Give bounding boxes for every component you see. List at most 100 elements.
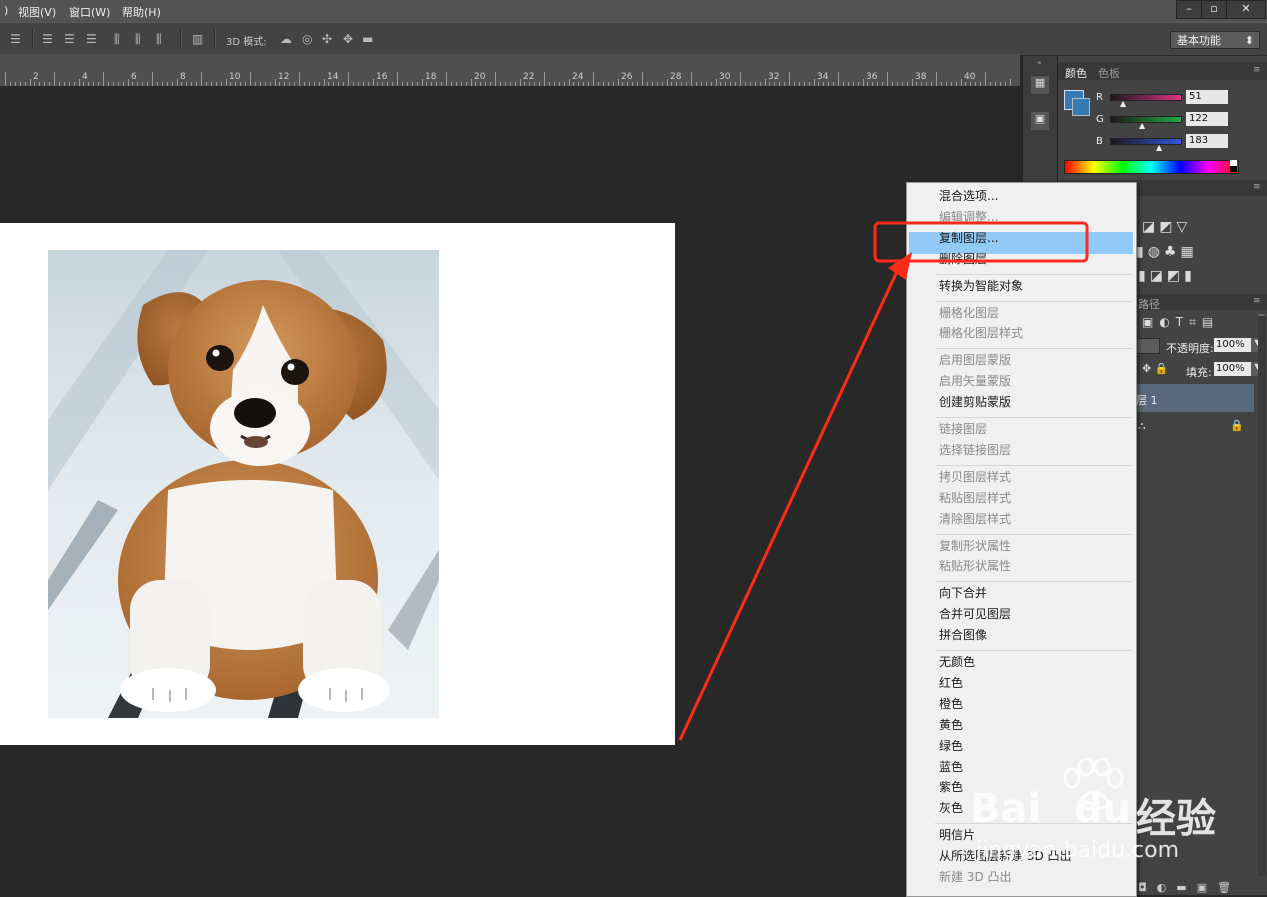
menu-item: 拷贝图层样式: [939, 469, 1012, 484]
menu-separator: [935, 417, 1133, 418]
ruler-label: 34: [817, 72, 829, 82]
menu-item[interactable]: 转换为智能对象: [939, 278, 1023, 295]
menu-separator: [935, 823, 1133, 825]
tab-paths[interactable]: 路径: [1138, 296, 1160, 312]
layers-footer-icons[interactable]: ◘◐▬▣🗑: [1138, 881, 1241, 894]
distribute-hcenter-icon[interactable]: ⫼: [135, 32, 141, 47]
tab-swatches[interactable]: 色板: [1098, 65, 1120, 81]
menu-item[interactable]: 紫色: [939, 779, 963, 796]
ruler-label: 36: [866, 72, 878, 82]
slider-thumb-icon[interactable]: ▲: [1156, 143, 1162, 152]
menu-item-duplicate-layer[interactable]: 复制图层...: [939, 230, 998, 247]
minimize-button[interactable]: –: [1176, 0, 1202, 19]
tab-color[interactable]: 颜色: [1065, 65, 1087, 81]
ruler-tick: [323, 79, 325, 86]
3d-pan-icon[interactable]: ✣: [322, 32, 332, 46]
fill-input[interactable]: 100%: [1214, 362, 1252, 376]
options-bar: ☰ ☰ ☰ ☰ ⫼ ⫼ ⫼ ▥ 3D 模式: ☁ ◎ ✣ ✥ ▬ 基本功能 ⬍: [0, 22, 1267, 56]
collapse-arrows-icon[interactable]: «: [1037, 58, 1042, 67]
panel-menu-icon[interactable]: ≡: [1253, 296, 1261, 306]
layer-filter-icons[interactable]: ▣◐T⌗▤: [1142, 315, 1219, 330]
distribute-right-icon[interactable]: ⫼: [156, 32, 162, 47]
ruler-label: 22: [523, 72, 535, 82]
3d-slide-icon[interactable]: ✥: [343, 32, 353, 46]
channel-input-g[interactable]: 122: [1186, 112, 1228, 126]
menu-item[interactable]: 从所选图层新建 3D 凸出: [939, 848, 1072, 865]
panel-menu-icon[interactable]: ≡: [1253, 65, 1261, 75]
channel-slider-g[interactable]: [1110, 116, 1182, 123]
blend-mode-select[interactable]: [1136, 338, 1160, 354]
menu-item[interactable]: 拼合图像: [939, 627, 987, 644]
ruler-tick: [691, 72, 692, 86]
puppy-photo: [48, 250, 439, 718]
menu-view[interactable]: 视图(V): [18, 4, 56, 20]
ruler-tick: [617, 79, 619, 86]
adjustment-icons-row[interactable]: ▮◍♣▦: [1136, 244, 1198, 260]
align-bottom-icon[interactable]: ☰: [10, 32, 21, 46]
opacity-label: 不透明度:: [1166, 342, 1214, 355]
adjustment-icons-row[interactable]: ▮◪◩▮: [1138, 268, 1196, 284]
menu-item[interactable]: 橙色: [939, 696, 963, 713]
menu-item[interactable]: 创建剪贴蒙版: [939, 394, 1011, 411]
channel-slider-b[interactable]: [1110, 138, 1182, 145]
background-color-swatch[interactable]: [1072, 98, 1090, 116]
ruler-label: 24: [572, 72, 584, 82]
menu-item[interactable]: 红色: [939, 675, 963, 692]
menu-item: 启用图层蒙版: [939, 353, 1012, 368]
ruler-tick: [666, 79, 668, 86]
menu-item: 选择链接图层: [939, 442, 1012, 457]
menu-item[interactable]: 灰色: [939, 800, 963, 817]
channel-label-g: G: [1096, 114, 1104, 125]
distribute-bottom-icon[interactable]: ☰: [86, 32, 97, 46]
distribute-vcenter-icon[interactable]: ☰: [64, 32, 75, 46]
menu-window[interactable]: 窗口(W): [69, 4, 110, 20]
restore-button[interactable]: ▫: [1201, 0, 1227, 19]
menu-item: 编辑调整...: [939, 209, 999, 224]
ruler-tick: [715, 79, 717, 86]
menu-separator: [935, 348, 1133, 350]
menu-help[interactable]: 帮助(H): [122, 4, 161, 20]
ruler-tick: [519, 79, 521, 86]
opacity-input[interactable]: 100%: [1214, 338, 1252, 352]
menu-item: 栅格化图层样式: [939, 326, 1024, 341]
menu-separator: [935, 464, 1133, 466]
3d-roll-icon[interactable]: ◎: [302, 32, 312, 46]
ruler-tick: [593, 72, 594, 86]
menu-item[interactable]: 混合选项...: [939, 188, 998, 205]
menu-item[interactable]: 绿色: [939, 738, 963, 755]
history-panel-icon[interactable]: ▦: [1031, 76, 1049, 94]
slider-thumb-icon[interactable]: ▲: [1139, 121, 1145, 130]
horizontal-ruler: 2 4 6 8 10 12 14 16 18 20 22 24 26 28 30 32 34 36 38 40: [0, 54, 1020, 86]
ruler-label: 6: [131, 72, 137, 82]
menu-item[interactable]: 无颜色: [939, 654, 975, 671]
distribute-left-icon[interactable]: ⫼: [114, 32, 120, 47]
color-spectrum-ramp[interactable]: [1064, 160, 1239, 174]
menu-item[interactable]: 删除图层: [939, 251, 987, 268]
lock-icon[interactable]: ✥ 🔒: [1142, 362, 1168, 375]
channel-input-r[interactable]: 51: [1186, 90, 1228, 104]
channel-input-b[interactable]: 183: [1186, 134, 1228, 148]
3d-camera-icon[interactable]: ▬: [362, 32, 373, 46]
menu-item[interactable]: 明信片: [939, 827, 975, 844]
color-panel-header: [1058, 62, 1267, 80]
menu-item[interactable]: 蓝色: [939, 759, 963, 776]
menu-item[interactable]: 黄色: [939, 717, 963, 734]
auto-align-icon[interactable]: ▥: [192, 32, 203, 46]
adjustment-icons-row[interactable]: ◪◩▽: [1142, 219, 1191, 235]
menu-item[interactable]: 向下合并: [939, 585, 987, 602]
ruler-label: 10: [229, 72, 241, 82]
menu-item[interactable]: 合并可见图层: [939, 606, 1011, 623]
panel-menu-icon[interactable]: ≡: [1253, 182, 1261, 192]
ruler-tick: [862, 79, 864, 86]
3d-rotate-icon[interactable]: ☁: [280, 32, 292, 46]
ruler-tick: [152, 72, 153, 86]
close-button[interactable]: ✕: [1226, 0, 1266, 19]
properties-panel-icon[interactable]: ▣: [1031, 112, 1049, 130]
layers-scrollbar[interactable]: [1258, 316, 1266, 876]
slider-thumb-icon[interactable]: ▲: [1120, 99, 1126, 108]
ruler-tick: [813, 79, 815, 86]
ruler-tick: [5, 72, 6, 86]
layer-name: 层 1: [1136, 394, 1158, 407]
distribute-top-icon[interactable]: ☰: [42, 32, 53, 46]
workspace-select[interactable]: 基本功能 ⬍: [1170, 31, 1260, 49]
